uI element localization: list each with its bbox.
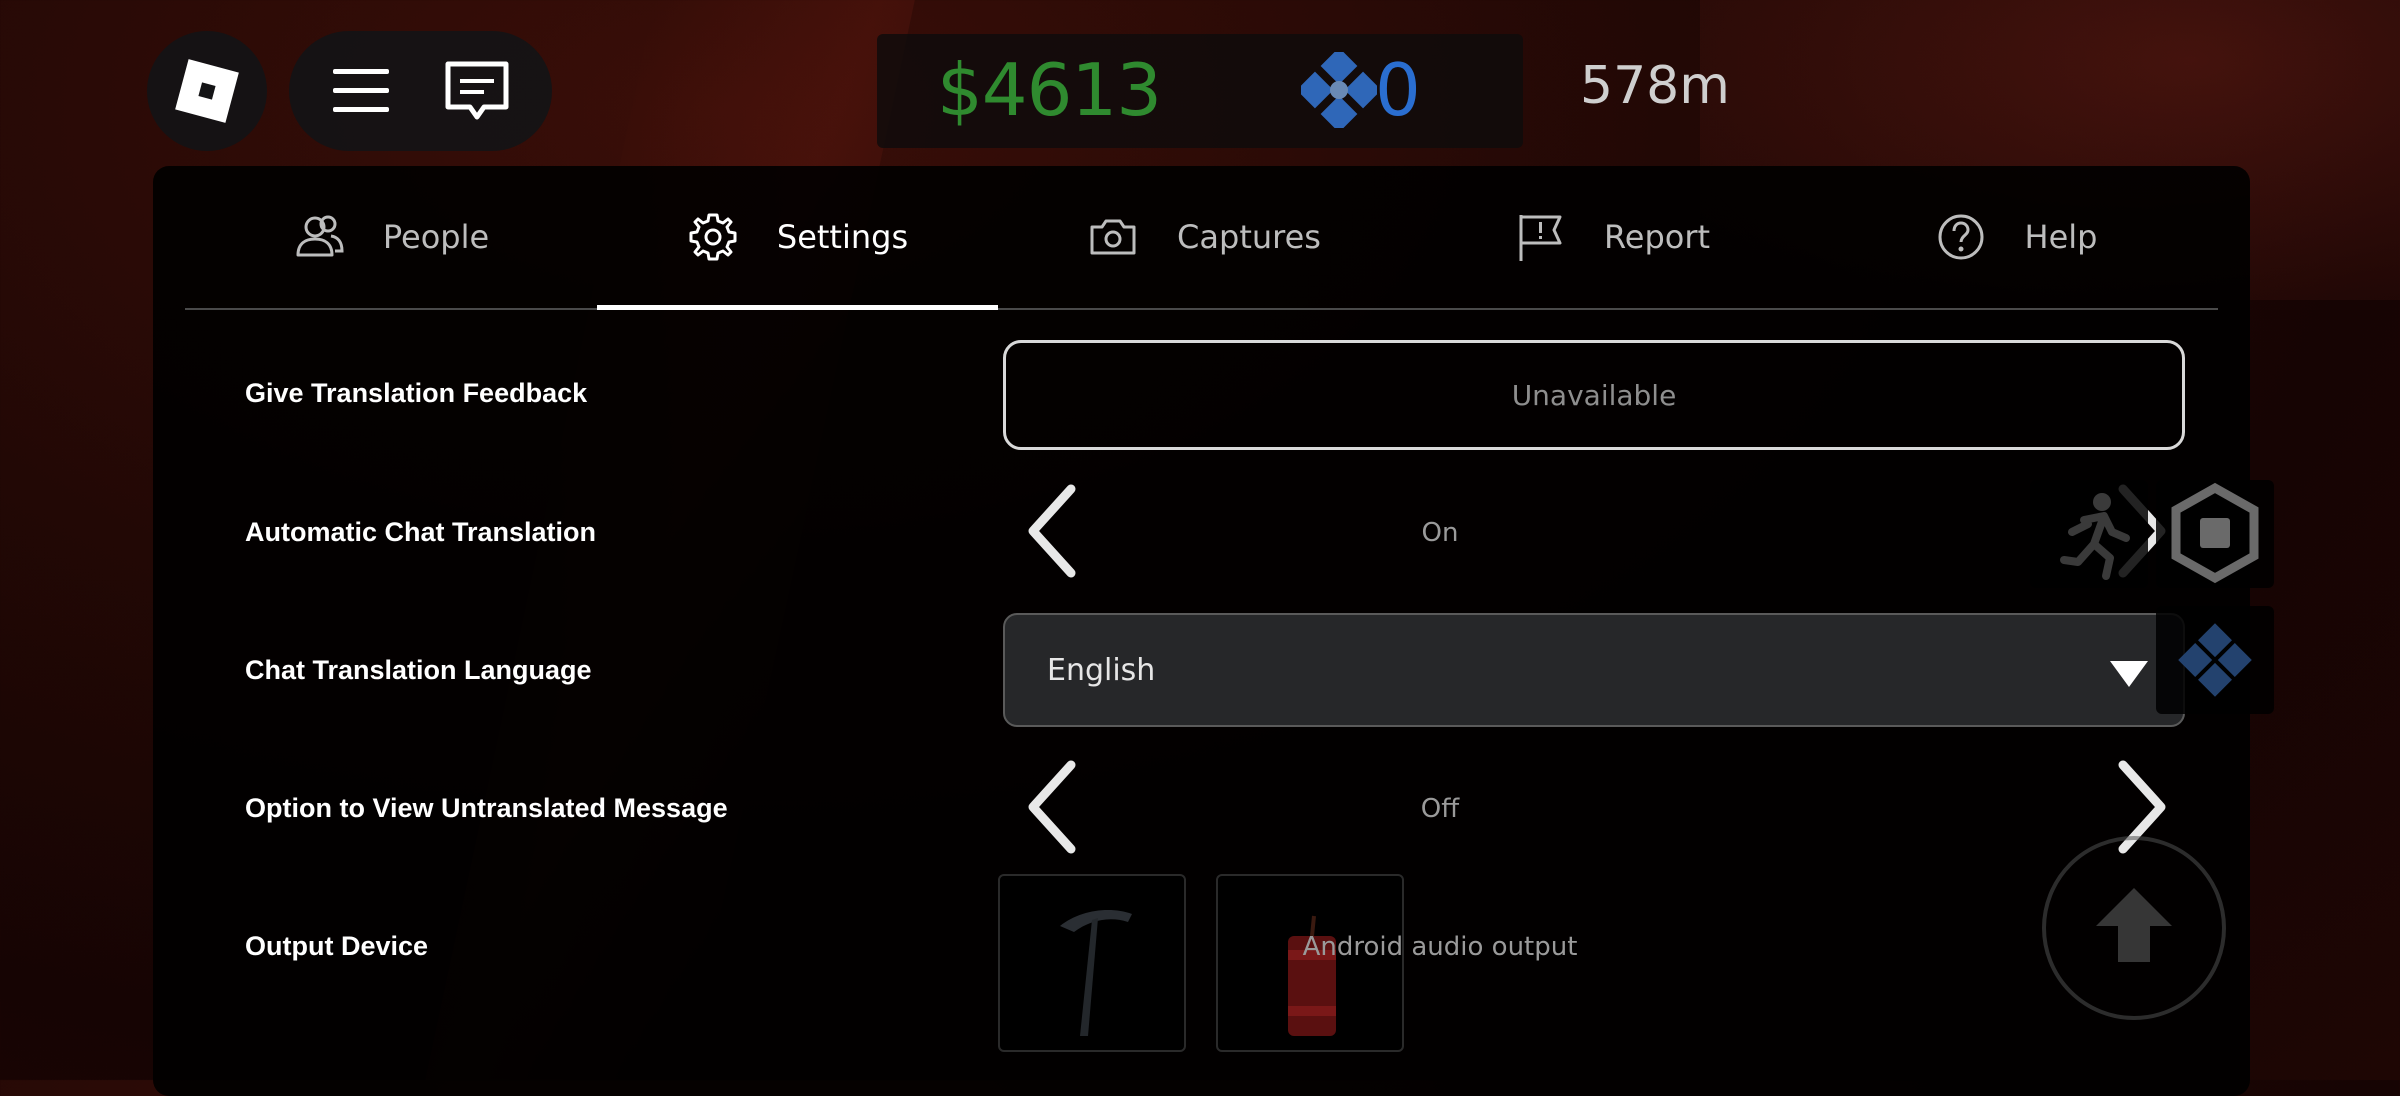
menu-pill (289, 31, 552, 151)
chevron-down-icon (2110, 661, 2148, 687)
chat-language-value: English (1047, 653, 1156, 688)
roblox-shop-button[interactable] (2156, 480, 2274, 588)
money-amount: $4613 (937, 48, 1162, 132)
view-untranslated-label: Option to View Untranslated Message (245, 793, 728, 823)
depth-readout: 578m (1580, 56, 1730, 116)
gem-shop-button[interactable] (2156, 606, 2274, 714)
dynamite-icon (1288, 915, 1336, 1036)
chat-language-label: Chat Translation Language (245, 655, 592, 685)
arrow-up-icon (2096, 888, 2172, 962)
roblox-logo-icon (175, 59, 239, 123)
gem-count: 0 (1375, 48, 1421, 132)
hotbar-slot-dynamite[interactable] (1216, 874, 1404, 1052)
translation-feedback-label: Give Translation Feedback (245, 378, 588, 408)
robux-icon (2171, 482, 2259, 584)
tab-bar: People Settings Captures Report Help (185, 166, 2218, 310)
jump-button[interactable] (2042, 836, 2226, 1020)
tab-label: Help (2024, 218, 2098, 256)
output-device-label: Output Device (245, 931, 429, 961)
pickaxe-icon (1060, 910, 1132, 1036)
tab-label: Captures (1177, 218, 1321, 256)
tab-settings[interactable]: Settings (597, 166, 998, 310)
settings-panel: People Settings Captures Report Help Giv… (153, 166, 2250, 1096)
tab-captures[interactable]: Captures (998, 166, 1410, 308)
auto-chat-translation-label: Automatic Chat Translation (245, 517, 597, 547)
camera-icon (1090, 219, 1136, 255)
output-device-value: Android audio output (1302, 932, 1578, 962)
roblox-menu-button[interactable] (147, 31, 267, 151)
gem-icon (1301, 52, 1377, 128)
view-untranslated-prev-arrow[interactable] (1021, 759, 1081, 855)
flag-icon (1519, 215, 1562, 261)
chat-language-dropdown[interactable]: English (1003, 613, 2185, 727)
tab-people[interactable]: People (185, 166, 597, 308)
translation-feedback-value: Unavailable (1511, 378, 1677, 412)
people-icon (296, 215, 344, 257)
tab-label: People (382, 218, 490, 256)
currency-display: $4613 0 (877, 34, 1523, 148)
view-untranslated-value: Off (1420, 794, 1460, 824)
chat-icon[interactable] (442, 59, 512, 123)
help-icon (1938, 214, 1984, 260)
gem-icon (2178, 623, 2252, 697)
running-icon (2060, 493, 2130, 580)
tab-label: Report (1603, 218, 1711, 256)
hamburger-icon[interactable] (331, 65, 391, 117)
tab-help[interactable]: Help (1814, 166, 2218, 308)
translation-feedback-button[interactable]: Unavailable (1003, 340, 2185, 450)
tab-label: Settings (776, 218, 909, 256)
gear-icon (689, 213, 737, 261)
sprint-button[interactable] (2030, 480, 2148, 588)
auto-chat-translation-value: On (1421, 518, 1459, 548)
tab-report[interactable]: Report (1410, 166, 1814, 308)
auto-chat-translation-prev-arrow[interactable] (1021, 483, 1081, 579)
hotbar-slot-pickaxe[interactable] (998, 874, 1186, 1052)
